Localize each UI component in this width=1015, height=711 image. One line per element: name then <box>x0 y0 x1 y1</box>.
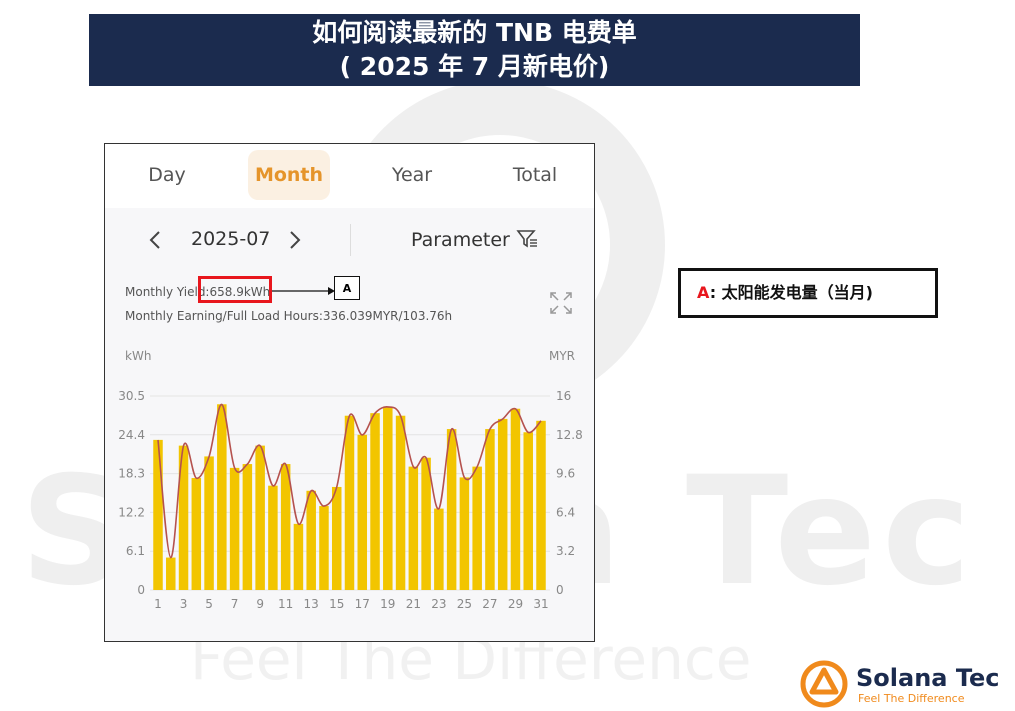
bar-day-19 <box>383 406 393 590</box>
bar-day-17 <box>357 434 368 590</box>
right-tick-label: 6.4 <box>556 505 575 519</box>
bar-day-24 <box>446 429 457 590</box>
annotation-highlight <box>198 276 272 303</box>
annotation-tag: A <box>334 276 360 300</box>
left-tick-label: 30.5 <box>118 389 145 403</box>
right-tick-label: 3.2 <box>556 544 575 558</box>
bar-day-2 <box>166 557 176 590</box>
bar-day-23 <box>434 508 444 590</box>
bar-day-7 <box>229 467 240 590</box>
x-tick-label: 1 <box>154 597 162 611</box>
right-tick-label: 12.8 <box>556 428 583 442</box>
bar-day-8 <box>242 464 253 590</box>
x-tick-label: 27 <box>482 597 497 611</box>
x-tick-label: 15 <box>329 597 344 611</box>
x-tick-label: 9 <box>256 597 264 611</box>
bar-day-31 <box>536 420 546 590</box>
legend-text: : 太阳能发电量（当月) <box>709 283 873 302</box>
brand-tagline: Feel The Difference <box>858 692 965 705</box>
x-tick-label: 29 <box>508 597 523 611</box>
right-unit-label: MYR <box>549 349 575 363</box>
brand-name: Solana Tec <box>856 664 1000 692</box>
bar-day-10 <box>268 485 278 590</box>
x-tick-label: 13 <box>304 597 319 611</box>
bar-day-13 <box>306 490 316 590</box>
right-tick-label: 0 <box>556 583 564 597</box>
bar-day-30 <box>523 432 533 590</box>
x-tick-label: 23 <box>431 597 446 611</box>
annotation-legend: A: 太阳能发电量（当月) <box>678 268 938 318</box>
bar-day-22 <box>421 457 431 590</box>
left-tick-label: 12.2 <box>118 505 145 519</box>
bar-day-12 <box>293 523 304 590</box>
bar-day-28 <box>497 418 508 590</box>
x-tick-label: 11 <box>278 597 293 611</box>
left-unit-label: kWh <box>125 349 151 363</box>
bar-day-1 <box>153 439 163 590</box>
left-tick-label: 18.3 <box>118 467 145 481</box>
bar-day-25 <box>459 477 470 590</box>
x-tick-label: 3 <box>180 597 188 611</box>
bar-day-16 <box>344 415 355 590</box>
bar-day-29 <box>510 408 521 590</box>
right-tick-label: 16 <box>556 389 571 403</box>
bar-day-18 <box>370 413 380 590</box>
bar-day-6 <box>217 404 227 590</box>
bar-day-11 <box>280 464 291 590</box>
x-tick-label: 25 <box>457 597 472 611</box>
left-tick-label: 0 <box>137 583 145 597</box>
monthly-yield-chart: kWh MYR 0 6.1 12.2 18.3 24.4 30.5 0 3.2 6.4 9.6 12.8… <box>118 349 583 611</box>
bar-day-26 <box>472 466 482 590</box>
bar-day-14 <box>319 506 329 590</box>
legend-letter: A <box>697 283 710 302</box>
x-tick-label: 17 <box>355 597 370 611</box>
bar-day-15 <box>331 486 342 590</box>
bar-day-5 <box>204 456 214 590</box>
solana-tec-logo <box>800 660 848 708</box>
bar-day-20 <box>395 415 406 590</box>
bar-day-21 <box>408 466 419 590</box>
right-tick-label: 9.6 <box>556 467 575 481</box>
x-tick-label: 21 <box>406 597 421 611</box>
bar-day-9 <box>255 445 265 590</box>
x-tick-label: 19 <box>380 597 395 611</box>
bar-day-27 <box>485 429 495 590</box>
x-tick-label: 31 <box>533 597 548 611</box>
x-tick-label: 5 <box>205 597 213 611</box>
annotation-arrow <box>272 287 335 295</box>
bar-day-4 <box>191 478 202 590</box>
left-tick-label: 24.4 <box>118 428 145 442</box>
x-tick-label: 7 <box>231 597 239 611</box>
left-tick-label: 6.1 <box>126 544 145 558</box>
